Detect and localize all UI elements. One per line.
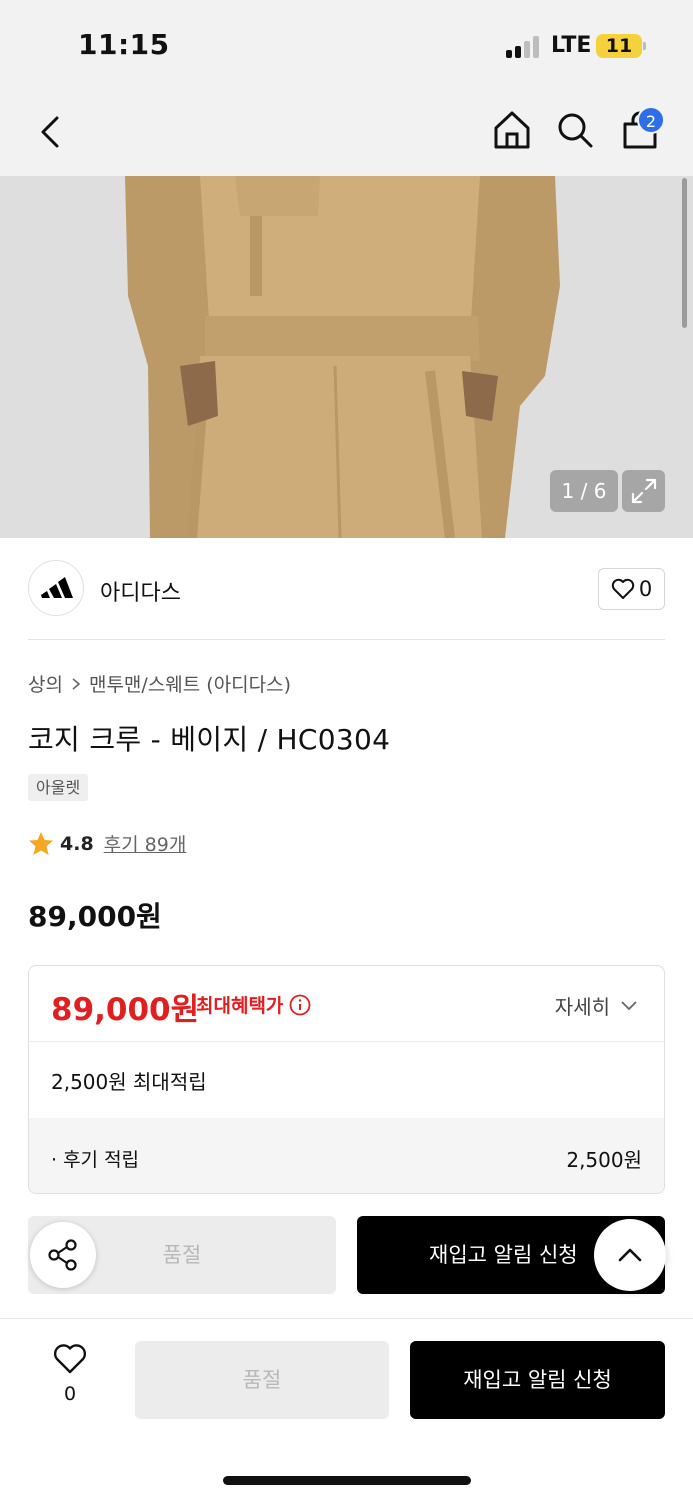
heart-icon — [53, 1344, 87, 1374]
home-indicator — [223, 1476, 471, 1485]
review-points-value: 2,500원 — [566, 1148, 642, 1172]
scroll-top-button[interactable] — [594, 1219, 666, 1291]
chevron-right-icon — [72, 677, 81, 690]
scroll-indicator — [682, 178, 687, 328]
nav-bar — [0, 90, 693, 176]
status-bar: 11:15 LTE 11 — [0, 0, 693, 90]
search-icon — [558, 113, 593, 148]
benefit-header: 89,000원 최대혜택가 자세히 — [29, 966, 664, 1042]
network-type: LTE — [551, 33, 592, 58]
outlet-tag: 아울렛 — [28, 774, 89, 801]
brand-like-count: 0 — [638, 577, 653, 601]
benefit-box: 89,000원 최대혜택가 자세히 2,500원 최대적립 · 후기 적립 2,… — [28, 965, 665, 1194]
brand-row[interactable]: 아디다스 0 — [28, 558, 665, 640]
rating-score: 4.8 — [60, 832, 94, 855]
signal-icon — [506, 36, 540, 58]
brand-like-button[interactable]: 0 — [598, 568, 665, 610]
info-icon[interactable] — [289, 994, 311, 1016]
max-points: 2,500원 최대적립 — [51, 1070, 207, 1094]
share-icon — [48, 1239, 77, 1271]
product-title: 코지 크루 - 베이지 / HC0304 — [28, 723, 391, 756]
bottom-soldout-button: 품절 — [135, 1341, 389, 1419]
battery-icon: 11 — [596, 34, 642, 58]
brand-name: 아디다스 — [100, 581, 181, 606]
back-button[interactable] — [30, 110, 70, 154]
star-icon — [29, 832, 53, 855]
product-like-button[interactable]: 0 — [40, 1343, 100, 1423]
benefit-label: 최대혜택가 — [196, 991, 311, 1018]
bottom-restock-button[interactable]: 재입고 알림 신청 — [410, 1341, 665, 1419]
image-counter: 1 / 6 — [550, 470, 618, 512]
review-link[interactable]: 후기 89개 — [104, 830, 187, 857]
search-button[interactable] — [553, 108, 597, 152]
details-toggle[interactable]: 자세히 — [555, 991, 638, 1020]
battery-tip — [643, 42, 646, 50]
product-price: 89,000원 — [28, 900, 162, 933]
adidas-logo — [28, 560, 84, 616]
expand-icon — [631, 478, 656, 504]
benefit-label-text: 최대혜택가 — [196, 995, 284, 1017]
details-label: 자세히 — [554, 995, 610, 1019]
adidas-logo-icon — [41, 577, 73, 598]
chevron-down-icon — [621, 1001, 637, 1011]
share-button[interactable] — [30, 1222, 96, 1288]
home-button[interactable] — [490, 108, 534, 152]
heart-icon — [611, 578, 635, 599]
cart-count-badge: 2 — [637, 106, 665, 134]
status-time: 11:15 — [78, 28, 170, 61]
breadcrumb-subcategory[interactable]: 맨투맨/스웨트 (아디다스) — [89, 670, 291, 697]
breadcrumb: 상의 맨투맨/스웨트 (아디다스) — [28, 670, 291, 697]
breadcrumb-category[interactable]: 상의 — [28, 670, 63, 697]
benefit-price: 89,000원 — [51, 992, 200, 1028]
rating-row: 4.8 후기 89개 — [28, 830, 186, 857]
chevron-up-icon — [618, 1248, 642, 1262]
review-points-row: · 후기 적립 2,500원 — [29, 1118, 664, 1193]
review-points-label: · 후기 적립 — [51, 1149, 140, 1171]
back-arrow-icon — [41, 116, 59, 148]
home-icon — [494, 111, 530, 149]
bottom-action-bar: 0 품절 재입고 알림 신청 — [0, 1318, 693, 1500]
expand-image-button[interactable] — [622, 470, 665, 512]
product-like-count: 0 — [63, 1383, 77, 1405]
